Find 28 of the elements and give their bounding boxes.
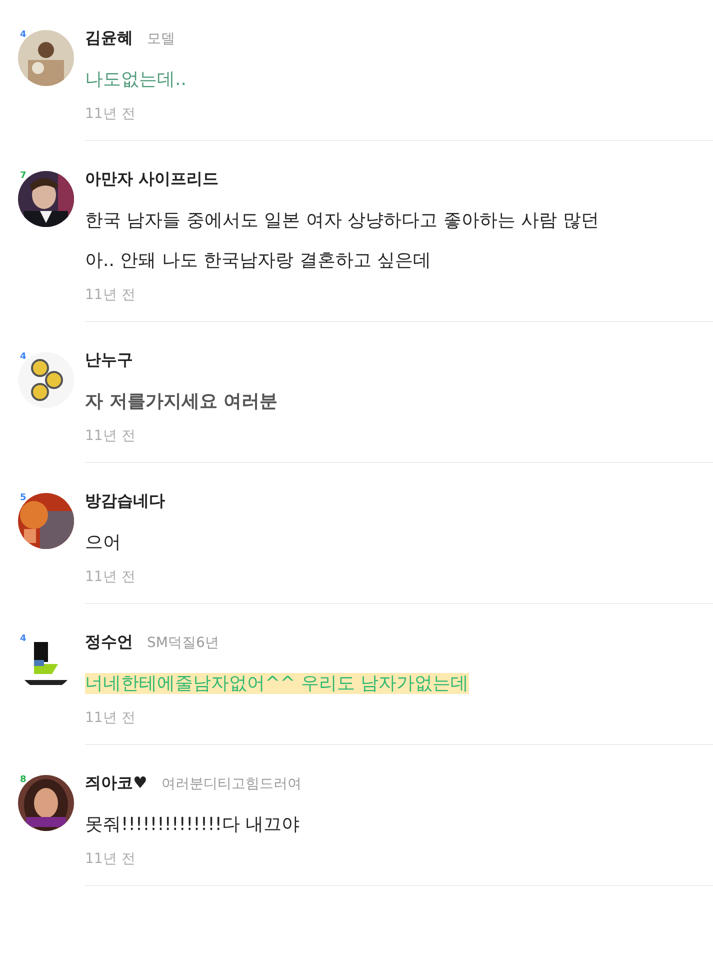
user-tag: 모델 (147, 30, 175, 48)
level-number: 5 (20, 493, 26, 503)
comment-text: 자 저를가지세요 여러분 (85, 391, 278, 412)
comment-time: 11년 전 (85, 105, 136, 124)
comment-text: 아.. 안돼 나도 한국남자랑 결혼하고 싶은데 (85, 250, 432, 271)
comment-text: 한국 남자들 중에서도 일본 여자 상냥하다고 좋아하는 사람 많던 (85, 210, 599, 231)
level-number: 8 (20, 775, 26, 785)
comment-text: 너네한테에줄남자없어^^ 우리도 남자가없는데 (85, 673, 469, 694)
comment-time: 11년 전 (85, 850, 136, 869)
level-number: 7 (20, 171, 26, 181)
user-name[interactable]: 방감습네다 (85, 491, 165, 512)
comment-time: 11년 전 (85, 427, 136, 446)
level-number: 4 (20, 634, 26, 644)
user-name[interactable]: 김윤혜 (85, 28, 133, 49)
user-name[interactable]: 즤아코♥ (85, 773, 148, 794)
comment-time: 11년 전 (85, 709, 136, 728)
user-name[interactable]: 정수언 (85, 632, 133, 653)
comment-text: 못줘!!!!!!!!!!!!!!다 내끄야 (85, 814, 300, 835)
level-number: 4 (20, 352, 26, 362)
comment-time: 11년 전 (85, 286, 136, 305)
user-name[interactable]: 아만자 사이프리드 (85, 169, 219, 190)
user-name[interactable]: 난누구 (85, 350, 133, 371)
comment-text: 으어 (85, 532, 121, 553)
comment-text: 나도없는데.. (85, 69, 186, 90)
level-number: 4 (20, 30, 26, 40)
comment-time: 11년 전 (85, 568, 136, 587)
user-tag: SM덕질6년 (147, 634, 219, 652)
user-tag: 여러분디티고힘드러여 (161, 775, 302, 793)
